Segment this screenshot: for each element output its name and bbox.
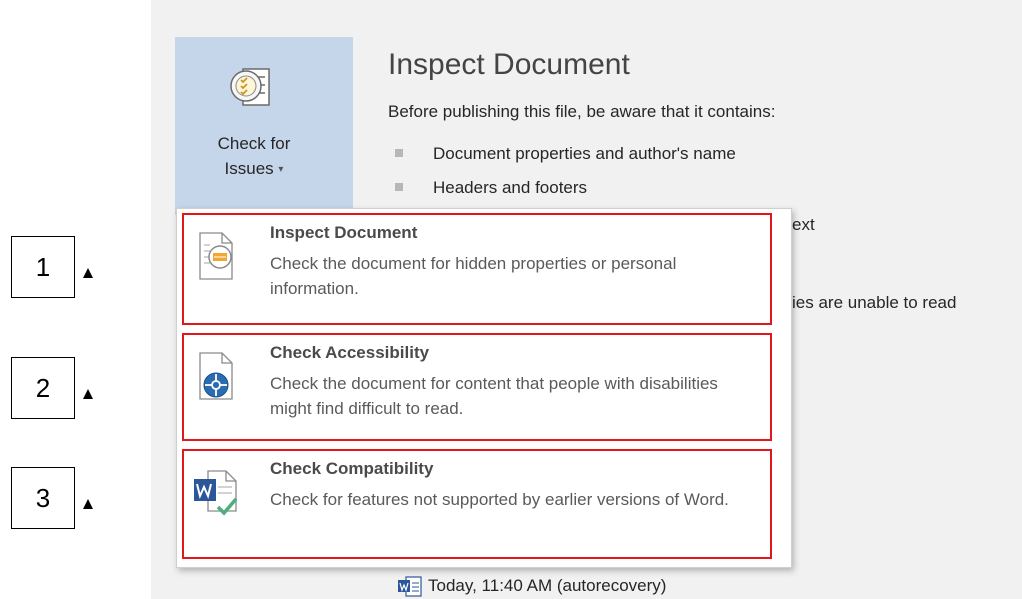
annotation-label-3: 3 — [11, 467, 75, 529]
check-for-issues-dropdown: Inspect Document Check the document for … — [176, 208, 792, 568]
bullet-text: Headers and footers — [433, 178, 588, 197]
annotation-arrow-icon — [83, 268, 93, 278]
word-document-icon — [398, 576, 422, 597]
autorecovery-version[interactable]: Today, 11:40 AM (autorecovery) — [398, 575, 666, 597]
partial-bullet-text: ies are unable to read — [792, 293, 957, 312]
menu-item-check-accessibility[interactable]: Check Accessibility Check the document f… — [182, 333, 772, 441]
menu-item-title: Inspect Document — [270, 223, 418, 242]
checklist-icon — [230, 68, 270, 106]
section-title: Inspect Document — [388, 48, 630, 81]
menu-item-inspect-document[interactable]: Inspect Document Check the document for … — [182, 213, 772, 325]
word-compatibility-icon — [194, 470, 238, 516]
bullet-item: Headers and footers — [395, 178, 587, 198]
menu-item-description: Check for features not supported by earl… — [270, 490, 729, 509]
section-description: Before publishing this file, be aware th… — [388, 102, 776, 121]
menu-item-check-compatibility[interactable]: Check Compatibility Check for features n… — [182, 449, 772, 559]
accessibility-icon — [199, 352, 233, 400]
inspect-document-icon — [199, 232, 233, 280]
check-for-issues-line2: Issues ▾ — [224, 159, 284, 178]
menu-item-description: Check the document for content that peop… — [270, 374, 718, 418]
annotation-label-1: 1 — [11, 236, 75, 298]
autorecovery-text: Today, 11:40 AM (autorecovery) — [428, 576, 667, 595]
check-for-issues-line1: Check for — [217, 134, 291, 153]
bullet-square-icon — [395, 149, 403, 157]
check-for-issues-button[interactable]: Check for Issues ▾ — [175, 37, 353, 215]
bullet-square-icon — [395, 183, 403, 191]
annotation-arrow-icon — [83, 389, 93, 399]
menu-item-title: Check Compatibility — [270, 459, 434, 478]
chevron-down-icon: ▾ — [278, 164, 284, 175]
annotation-label-2: 2 — [11, 357, 75, 419]
partial-bullet-text: ext — [792, 215, 815, 234]
menu-item-description: Check the document for hidden properties… — [270, 254, 677, 298]
annotation-arrow-icon — [83, 499, 93, 509]
menu-item-title: Check Accessibility — [270, 343, 430, 362]
check-for-issues-label: Check for Issues ▾ — [175, 131, 333, 184]
bullet-text: Document properties and author's name — [433, 144, 736, 163]
bullet-item: Document properties and author's name — [395, 144, 736, 164]
